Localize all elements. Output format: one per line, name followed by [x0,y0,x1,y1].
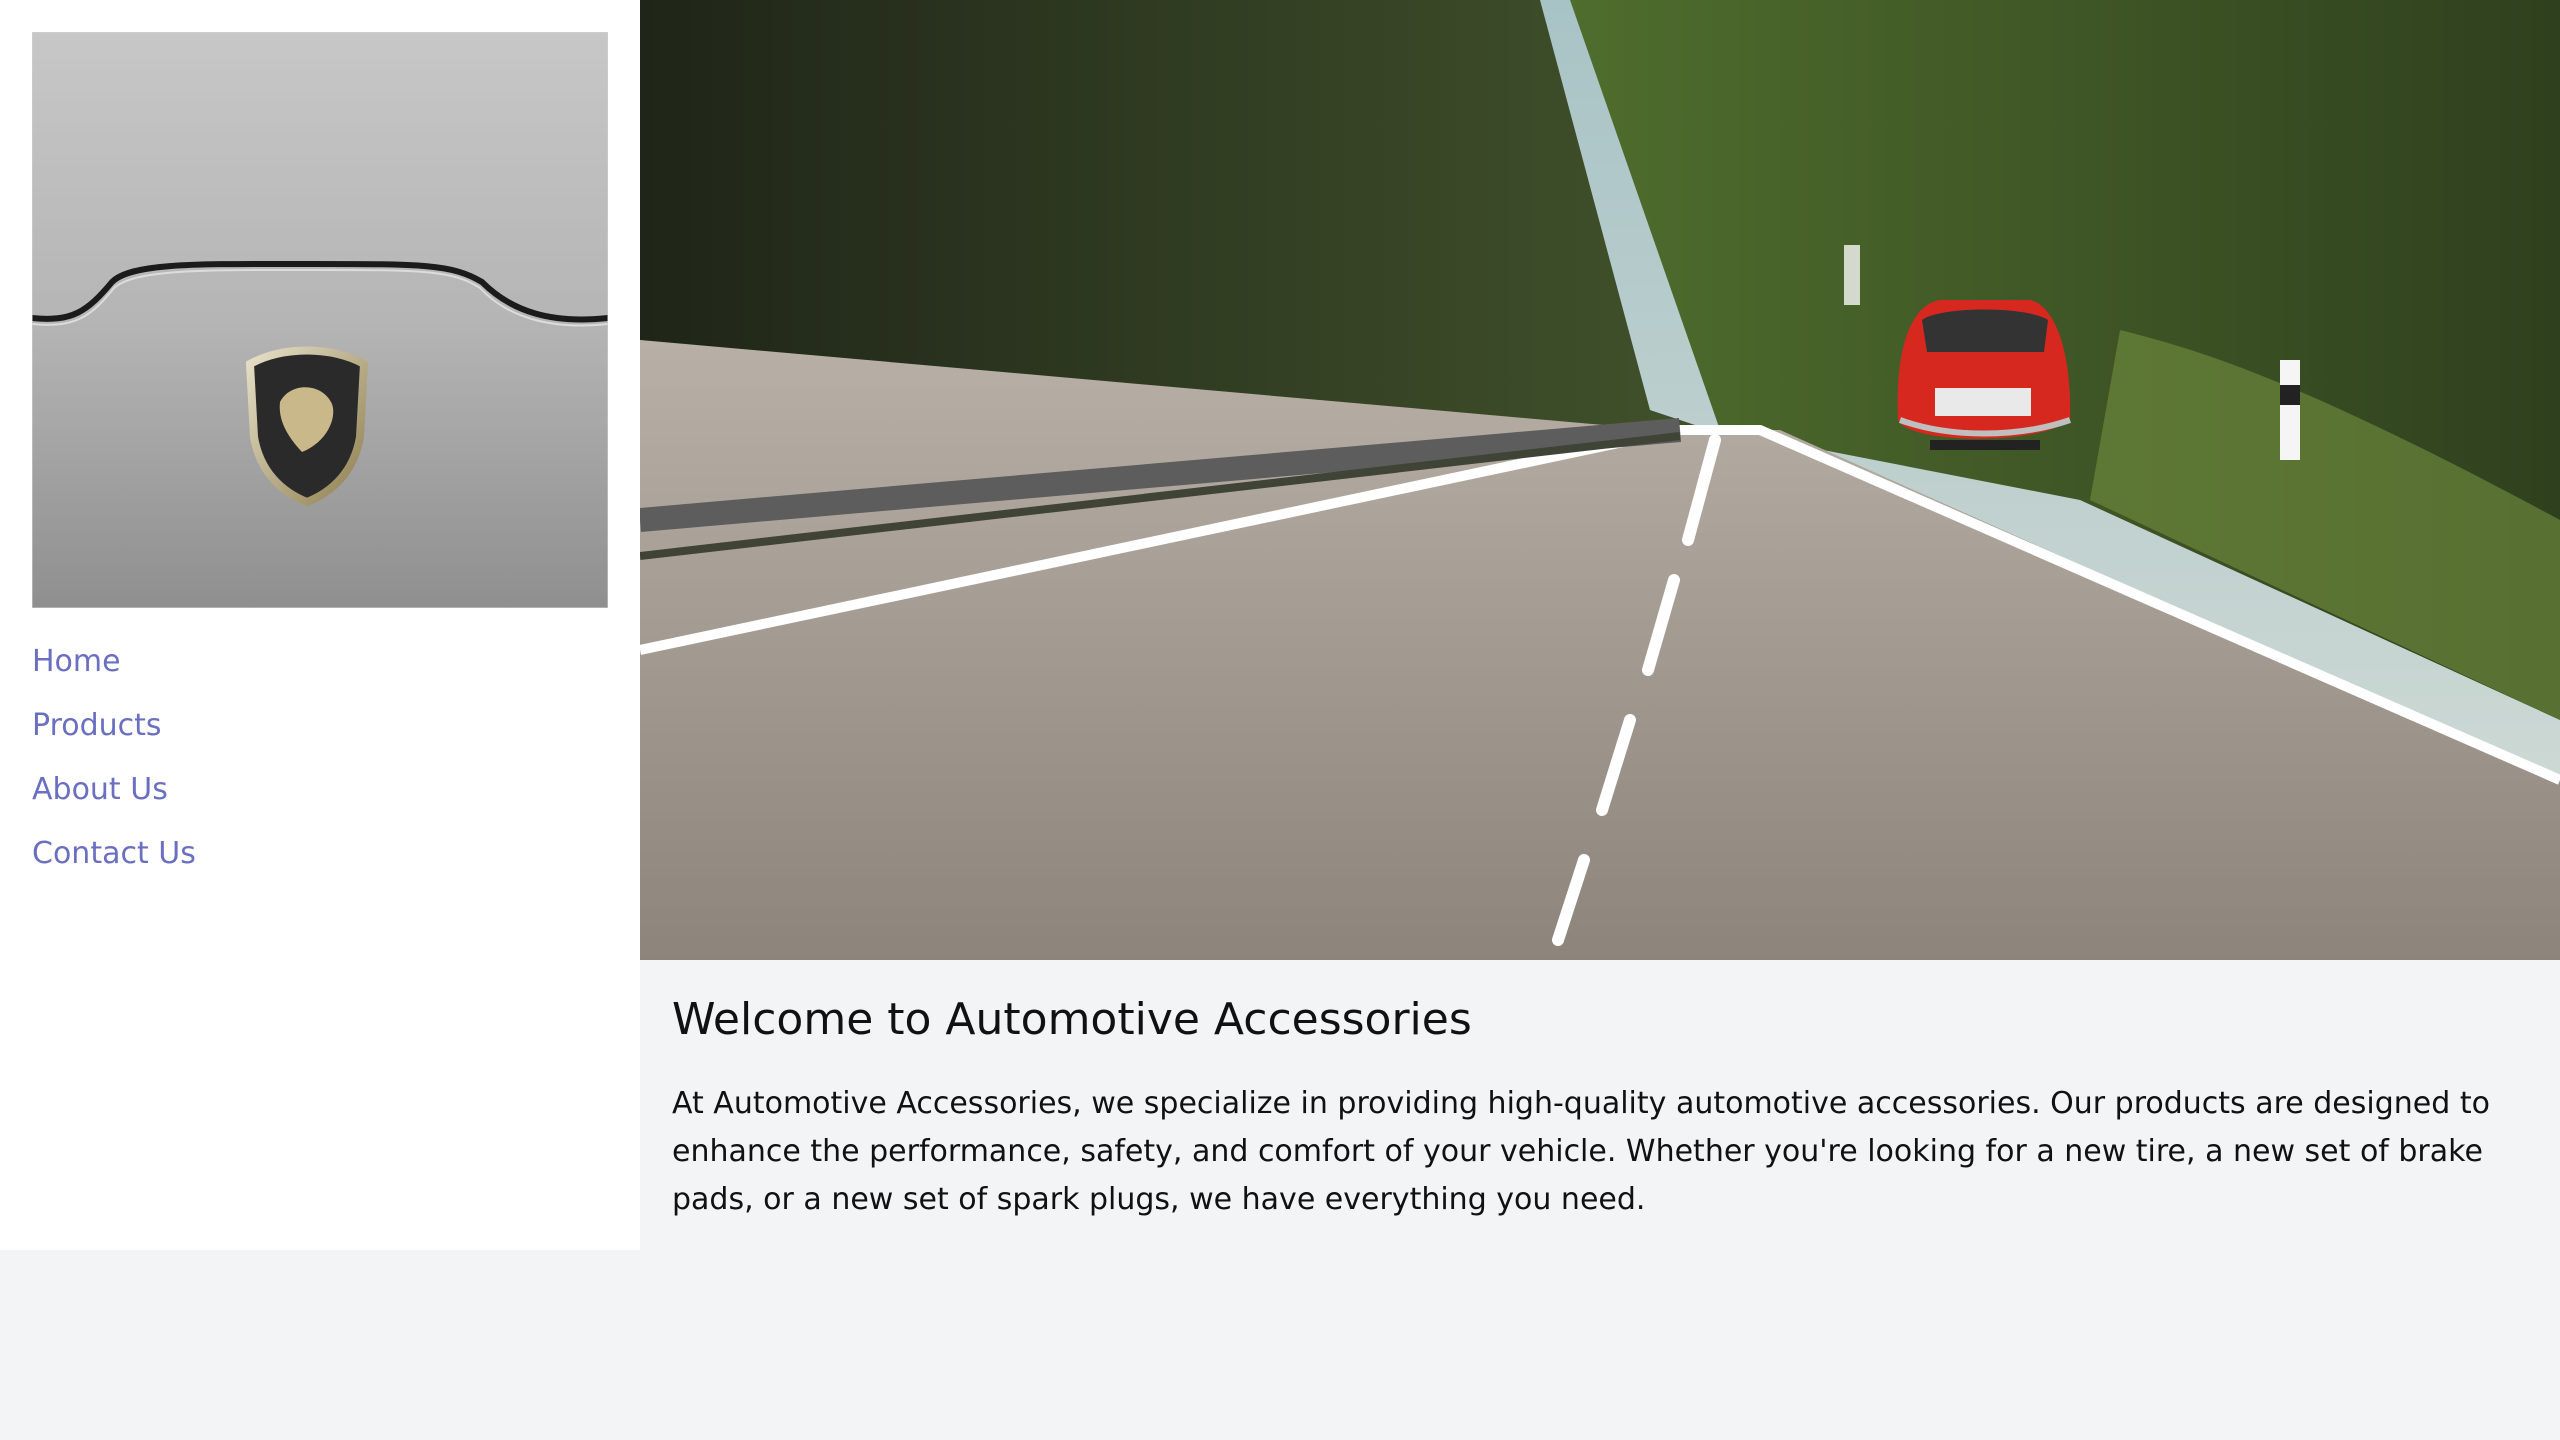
nav-link-home[interactable]: Home [32,644,121,679]
sidebar: Home Products About Us Contact Us [0,0,640,1250]
car-logo-image [32,32,608,608]
nav-item-home[interactable]: Home [32,640,196,704]
nav-link-contact-us[interactable]: Contact Us [32,836,196,871]
nav-item-contact-us[interactable]: Contact Us [32,832,196,896]
nav-link-about-us[interactable]: About Us [32,772,168,807]
lamborghini-badge-icon [32,32,608,608]
intro-paragraph: At Automotive Accessories, we specialize… [672,1086,2490,1217]
page-title: Welcome to Automotive Accessories [672,994,1472,1045]
hero-image [640,0,2560,960]
nav-link-products[interactable]: Products [32,708,162,743]
nav-item-about-us[interactable]: About Us [32,768,196,832]
page: Home Products About Us Contact Us Welcom… [0,0,2560,1440]
main-content: Welcome to Automotive Accessories At Aut… [672,960,2532,1224]
main-navigation: Home Products About Us Contact Us [32,640,196,896]
road-car-photo-icon [640,0,2560,960]
nav-item-products[interactable]: Products [32,704,196,768]
